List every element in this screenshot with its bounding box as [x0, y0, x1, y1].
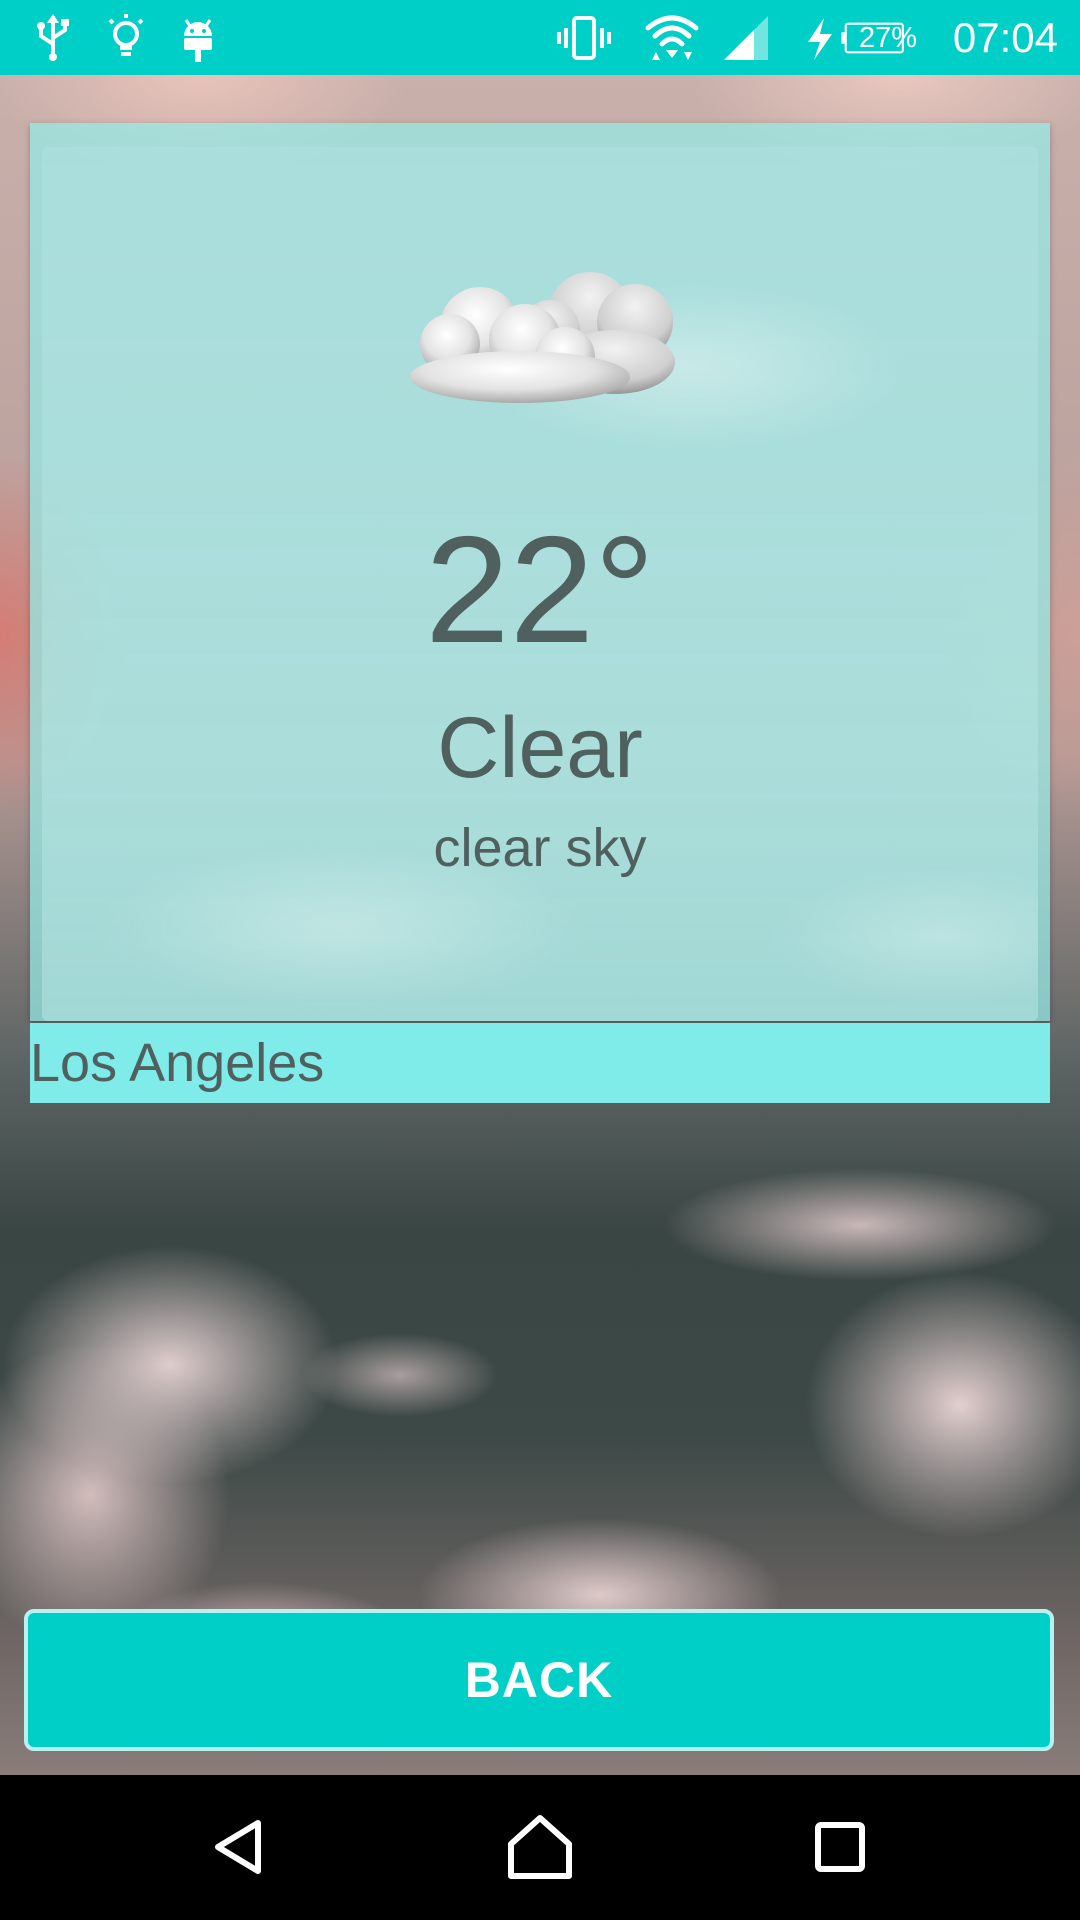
status-bar: 27% 07:04: [0, 0, 1080, 75]
back-triangle-icon: [215, 1820, 261, 1874]
cloud-icon: [410, 272, 675, 403]
battery-percent: 27%: [858, 22, 918, 54]
clock: 07:04: [952, 14, 1058, 61]
bulb-icon: [108, 14, 144, 56]
home-icon: [508, 1815, 572, 1879]
vibrate-icon: [557, 16, 611, 60]
charging-icon: [808, 18, 832, 60]
screen: 27% 07:04 22° Clear clear sky Los Angele…: [0, 0, 1080, 1920]
recents-icon: [815, 1822, 865, 1872]
city-bar: Los Angeles: [30, 1023, 1050, 1103]
navigation-bar: [0, 1775, 1080, 1920]
weather-condition: Clear: [437, 700, 643, 796]
weather-description: clear sky: [433, 818, 647, 878]
usb-icon: [37, 14, 69, 61]
wifi-icon: [645, 15, 699, 60]
nav-recents-button[interactable]: [790, 1797, 890, 1897]
nav-back-button[interactable]: [190, 1797, 290, 1897]
nav-home-button[interactable]: [490, 1797, 590, 1897]
temperature: 22°: [425, 505, 655, 675]
android-debug-icon: [184, 19, 212, 62]
cell-signal-icon: [724, 16, 768, 60]
back-button[interactable]: BACK: [24, 1609, 1054, 1751]
back-button-label: BACK: [464, 1652, 614, 1708]
city-name: Los Angeles: [30, 1033, 325, 1093]
